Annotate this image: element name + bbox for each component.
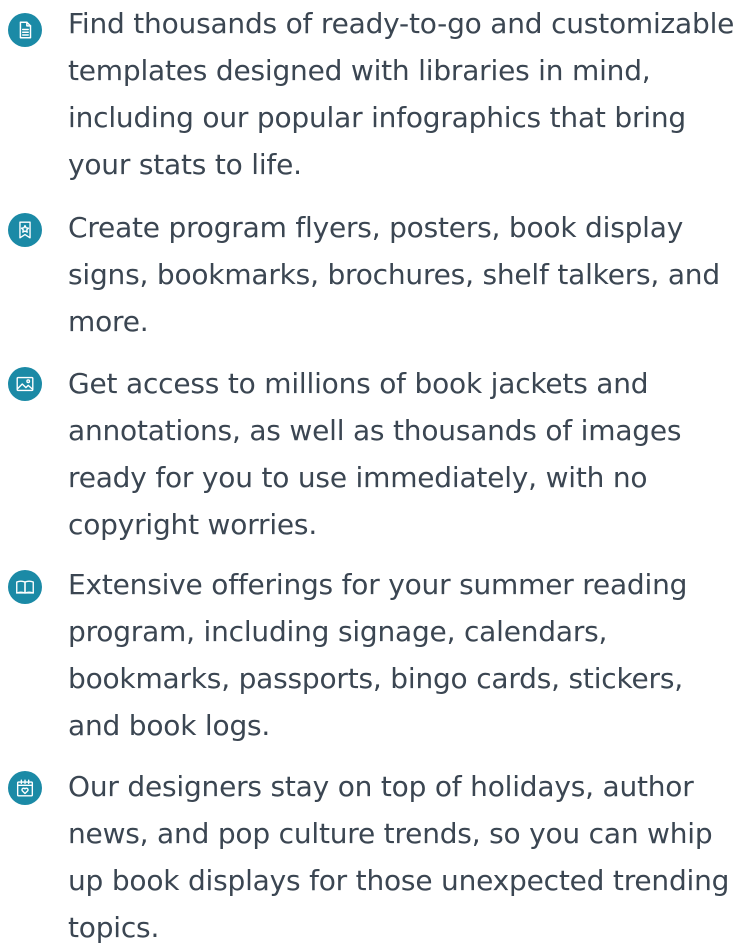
feature-item-templates: Find thousands of ready-to-go and custom… xyxy=(0,0,751,188)
feature-item-summer-reading: Extensive offerings for your summer read… xyxy=(0,561,751,749)
feature-text: Get access to millions of book jackets a… xyxy=(68,367,682,541)
feature-text: Extensive offerings for your summer read… xyxy=(68,568,688,742)
document-icon xyxy=(8,13,42,47)
feature-item-book-jackets: Get access to millions of book jackets a… xyxy=(0,360,751,548)
feature-item-print-materials: Create program flyers, posters, book dis… xyxy=(0,204,751,345)
feature-text: Create program flyers, posters, book dis… xyxy=(68,211,720,338)
feature-text: Our designers stay on top of holidays, a… xyxy=(68,770,730,944)
image-icon xyxy=(8,367,42,401)
open-book-icon xyxy=(8,570,42,604)
feature-text: Find thousands of ready-to-go and custom… xyxy=(68,7,735,181)
star-ribbon-icon xyxy=(8,213,42,247)
feature-item-trends: Our designers stay on top of holidays, a… xyxy=(0,763,751,951)
calendar-heart-icon xyxy=(8,771,42,805)
